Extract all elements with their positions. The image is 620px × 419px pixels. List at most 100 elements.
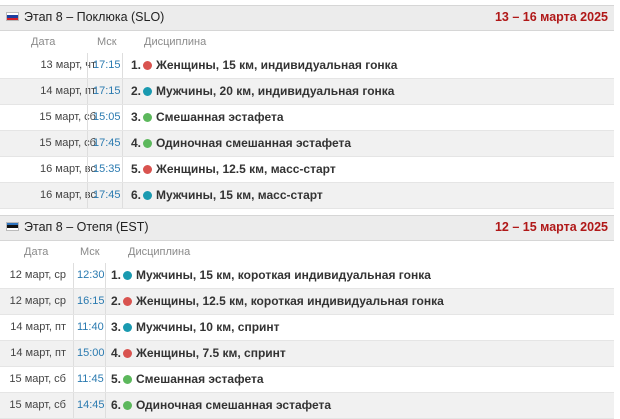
event-date: 14 март, пт — [40, 85, 96, 97]
column-divider — [122, 79, 123, 104]
event-date: 15 март, сб — [9, 399, 66, 411]
column-divider — [73, 289, 74, 314]
red-dot-icon — [123, 349, 133, 358]
column-divider — [73, 393, 74, 418]
event-name: Одиночная смешанная эстафета — [136, 398, 332, 412]
green-dot-icon — [123, 401, 133, 410]
table-row[interactable]: 15 март, сб 14:45 6. Одиночная смешанная эс… — [0, 393, 614, 419]
red-dot-icon — [123, 297, 133, 306]
table-row[interactable]: 12 март, ср 12:30 1. Мужчины, 15 км, коротк… — [0, 263, 614, 289]
event-number: 1. — [111, 268, 122, 282]
column-divider — [105, 341, 106, 366]
event-date: 15 март, сб — [39, 137, 96, 149]
teal-dot-icon — [123, 271, 133, 280]
event-time[interactable]: 17:45 — [93, 131, 121, 156]
table-row[interactable]: 15 март, сб 15:05 3. Смешанная эстафета — [0, 105, 614, 131]
column-divider — [122, 105, 123, 130]
column-divider — [87, 53, 88, 78]
event-name: Смешанная эстафета — [136, 372, 264, 386]
event-discipline[interactable]: 6. Одиночная смешанная эстафета — [111, 393, 331, 418]
event-time[interactable]: 15:05 — [93, 105, 121, 130]
table-row[interactable]: 13 март, чт 17:15 1. Женщины, 15 км, индиви… — [0, 53, 614, 79]
event-discipline[interactable]: 1. Мужчины, 15 км, короткая индивидуальна… — [111, 263, 431, 288]
event-time[interactable]: 15:00 — [77, 341, 105, 366]
event-discipline[interactable]: 4. Одиночная смешанная эстафета — [131, 131, 351, 156]
event-date: 12 март, ср — [9, 295, 66, 307]
stage-dates: 13 – 16 марта 2025 — [494, 10, 608, 24]
event-time[interactable]: 12:30 — [77, 263, 105, 288]
table-row[interactable]: 14 март, пт 15:00 4. Женщины, 7.5 км, сприн… — [0, 341, 614, 367]
event-number: 5. — [111, 372, 122, 386]
event-number: 4. — [131, 136, 142, 150]
event-time[interactable]: 17:15 — [93, 79, 121, 104]
event-discipline[interactable]: 2. Женщины, 12.5 км, короткая индивидуаль… — [111, 289, 444, 314]
stage-dates: 12 – 15 марта 2025 — [494, 220, 608, 234]
column-header-discipline: Дисциплина — [144, 36, 207, 48]
event-name: Женщины, 15 км, индивидуальная гонка — [156, 58, 398, 72]
event-discipline[interactable]: 5. Смешанная эстафета — [111, 367, 264, 392]
event-discipline[interactable]: 5. Женщины, 12.5 км, масс-старт — [131, 157, 336, 182]
table-row[interactable]: 15 март, сб 17:45 4. Одиночная смешанная эс… — [0, 131, 614, 157]
table-row[interactable]: 15 март, сб 11:45 5. Смешанная эстафета — [0, 367, 614, 393]
column-header-time: Мск — [80, 246, 100, 258]
red-dot-icon — [143, 61, 153, 70]
column-divider — [105, 289, 106, 314]
column-divider — [122, 183, 123, 208]
event-time[interactable]: 11:45 — [77, 367, 104, 392]
event-time[interactable]: 16:15 — [77, 289, 105, 314]
event-time[interactable]: 14:45 — [77, 393, 105, 418]
event-time[interactable]: 17:45 — [93, 183, 121, 208]
column-divider — [73, 367, 74, 392]
column-divider — [105, 393, 106, 418]
column-divider — [105, 263, 106, 288]
column-divider — [87, 79, 88, 104]
event-discipline[interactable]: 3. Мужчины, 10 км, спринт — [111, 315, 280, 340]
schedule: Этап 8 – Поклюка (SLO) 13 – 16 марта 202… — [0, 0, 620, 419]
event-name: Мужчины, 15 км, масс-старт — [156, 188, 323, 202]
column-divider — [73, 315, 74, 340]
event-date: 12 март, ср — [9, 269, 66, 281]
event-time[interactable]: 15:35 — [93, 157, 121, 182]
table-row[interactable]: 16 март, вс 15:35 5. Женщины, 12.5 км, масс… — [0, 157, 614, 183]
stage-header: Этап 8 – Отепя (EST) 12 – 15 марта 2025 — [0, 215, 614, 241]
table-row[interactable]: 12 март, ср 16:15 2. Женщины, 12.5 км, коро… — [0, 289, 614, 315]
stage-header: Этап 8 – Поклюка (SLO) 13 – 16 марта 202… — [0, 5, 614, 31]
event-number: 3. — [131, 110, 142, 124]
event-name: Одиночная смешанная эстафета — [156, 136, 352, 150]
stage-title: Этап 8 – Поклюка (SLO) — [24, 10, 165, 24]
event-number: 2. — [131, 84, 142, 98]
event-date: 16 март, вс — [40, 163, 96, 175]
event-date: 13 март, чт — [40, 59, 96, 71]
column-header-date: Дата — [24, 246, 49, 258]
event-time[interactable]: 17:15 — [93, 53, 121, 78]
event-name: Женщины, 12.5 км, короткая индивидуальна… — [136, 294, 444, 308]
estonia-flag-icon — [6, 222, 19, 231]
slovenia-flag-icon — [6, 12, 19, 21]
column-divider — [87, 183, 88, 208]
table-row[interactable]: 14 март, пт 11:40 3. Мужчины, 10 км, спринт — [0, 315, 614, 341]
green-dot-icon — [143, 139, 153, 148]
event-date: 15 март, сб — [9, 373, 66, 385]
event-discipline[interactable]: 4. Женщины, 7.5 км, спринт — [111, 341, 286, 366]
event-discipline[interactable]: 1. Женщины, 15 км, индивидуальная гонка — [131, 53, 397, 78]
green-dot-icon — [143, 113, 153, 122]
teal-dot-icon — [123, 323, 133, 332]
event-time[interactable]: 11:40 — [77, 315, 104, 340]
event-number: 1. — [131, 58, 142, 72]
column-divider — [87, 157, 88, 182]
event-discipline[interactable]: 2. Мужчины, 20 км, индивидуальная гонка — [131, 79, 394, 104]
column-header-discipline: Дисциплина — [128, 246, 191, 258]
event-name: Мужчины, 10 км, спринт — [136, 320, 280, 334]
teal-dot-icon — [143, 87, 153, 96]
event-date: 14 март, пт — [10, 347, 66, 359]
column-divider — [73, 263, 74, 288]
event-name: Мужчины, 20 км, индивидуальная гонка — [156, 84, 395, 98]
event-discipline[interactable]: 3. Смешанная эстафета — [131, 105, 284, 130]
table-row[interactable]: 14 март, пт 17:15 2. Мужчины, 20 км, индиви… — [0, 79, 614, 105]
table-row[interactable]: 16 март, вс 17:45 6. Мужчины, 15 км, масс-с… — [0, 183, 614, 209]
event-number: 3. — [111, 320, 122, 334]
event-number: 6. — [111, 398, 122, 412]
event-discipline[interactable]: 6. Мужчины, 15 км, масс-старт — [131, 183, 323, 208]
column-divider — [122, 157, 123, 182]
event-name: Мужчины, 15 км, короткая индивидуальная … — [136, 268, 431, 282]
